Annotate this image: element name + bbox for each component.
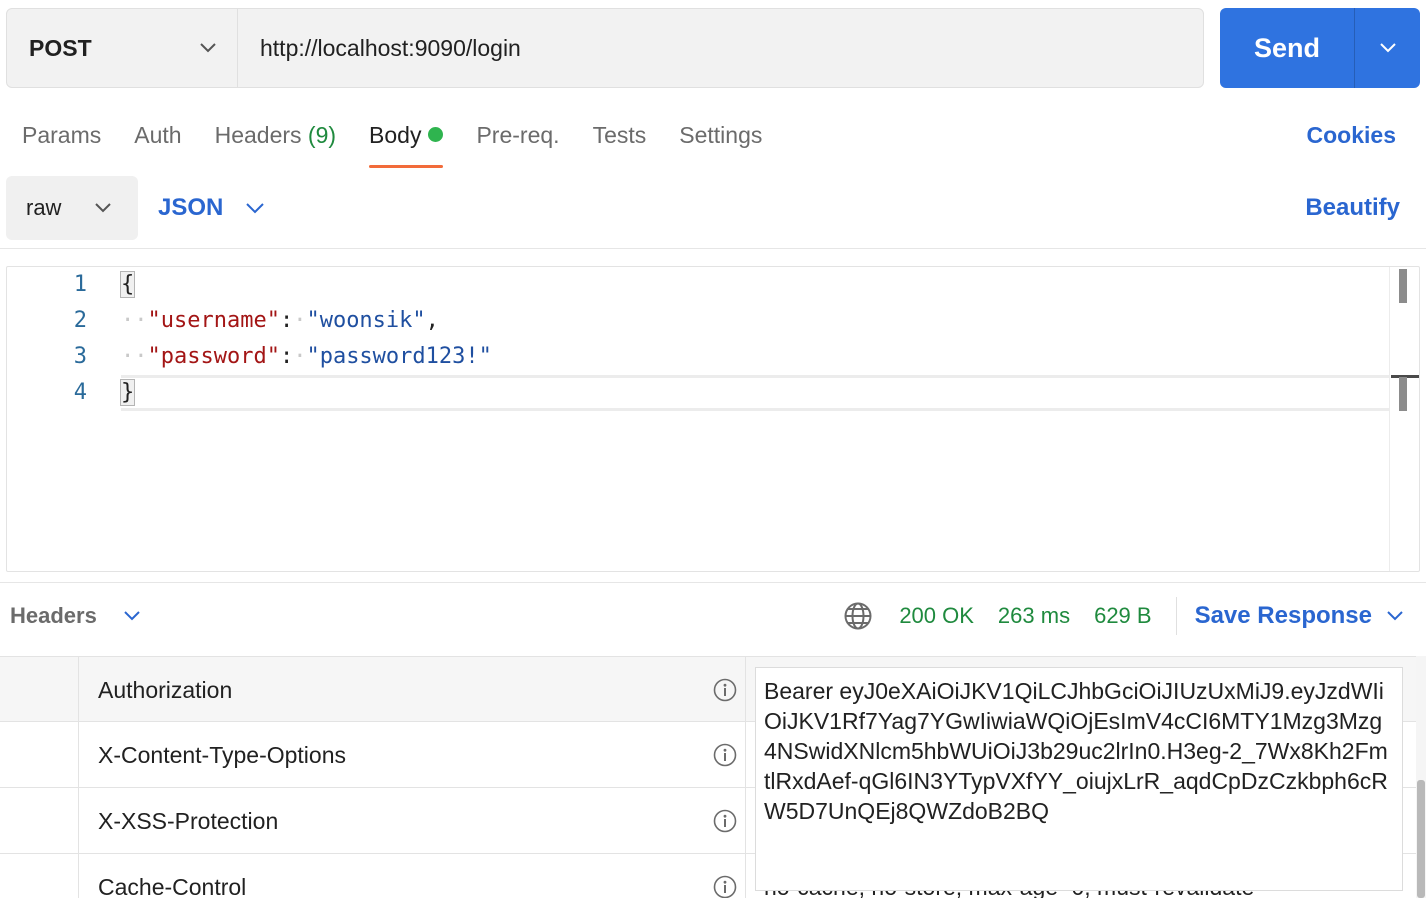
line-number: 3 xyxy=(73,344,87,369)
tab-label: Params xyxy=(22,122,102,148)
tab-label: Body xyxy=(369,122,422,148)
response-section-select[interactable]: Headers xyxy=(10,592,141,640)
close-brace: } xyxy=(119,379,136,406)
body-editor[interactable]: 1 2 3 4 { ··"username":·"woonsik", ··"pa… xyxy=(6,266,1420,572)
row-spacer xyxy=(0,722,79,787)
tab-label: Auth xyxy=(134,122,182,148)
status-code[interactable]: 200 OK xyxy=(899,603,974,629)
row-spacer xyxy=(0,854,79,898)
body-language-select[interactable]: JSON xyxy=(158,176,265,240)
code-line: ··"username":·"woonsik", xyxy=(121,308,439,333)
code-line: { xyxy=(119,267,1389,303)
tab-label: Pre-req. xyxy=(476,122,560,148)
code-area[interactable]: { ··"username":·"woonsik", ··"password":… xyxy=(119,267,1389,411)
column-divider xyxy=(745,657,746,721)
chevron-down-icon xyxy=(200,43,216,53)
table-scrollbar[interactable] xyxy=(1416,656,1426,898)
chevron-down-icon xyxy=(124,611,140,621)
body-mode-label: raw xyxy=(26,195,62,220)
column-divider xyxy=(745,722,746,787)
scroll-thumb[interactable] xyxy=(1399,377,1407,411)
line-number-gutter: 1 2 3 4 xyxy=(7,267,93,411)
divider xyxy=(0,248,1426,249)
tab-auth[interactable]: Auth xyxy=(134,112,181,168)
tab-params[interactable]: Params xyxy=(22,112,101,168)
json-value: "password123!" xyxy=(306,344,492,369)
tab-pre-request[interactable]: Pre-req. xyxy=(476,112,559,168)
info-icon[interactable] xyxy=(713,809,737,833)
chevron-down-icon xyxy=(95,203,111,213)
send-options-button[interactable] xyxy=(1354,8,1420,88)
json-comma: , xyxy=(425,308,439,333)
divider xyxy=(0,582,1426,583)
info-icon[interactable] xyxy=(713,743,737,767)
code-line: ··"password":·"password123!" xyxy=(121,344,492,369)
request-tabs: Params Auth Headers (9) Body Pre-req. Te… xyxy=(22,112,795,168)
json-key: "username" xyxy=(147,308,280,333)
beautify-button[interactable]: Beautify xyxy=(1305,176,1400,240)
url-text: http://localhost:9090/login xyxy=(260,34,521,61)
column-divider xyxy=(745,788,746,853)
tab-label: Headers xyxy=(214,122,302,148)
tab-label: Tests xyxy=(592,122,647,148)
info-icon[interactable] xyxy=(713,678,737,702)
tab-body[interactable]: Body xyxy=(369,112,444,168)
info-icon[interactable] xyxy=(713,875,737,898)
url-input[interactable]: http://localhost:9090/login xyxy=(238,9,1203,87)
json-value: "woonsik" xyxy=(306,308,426,333)
cookies-link[interactable]: Cookies xyxy=(1307,112,1396,158)
tab-settings[interactable]: Settings xyxy=(679,112,762,168)
body-language-label: JSON xyxy=(158,194,224,221)
column-divider xyxy=(745,854,746,898)
tab-headers[interactable]: Headers (9) xyxy=(215,112,336,168)
authorization-value-popover: Bearer eyJ0eXAiOiJKV1QiLCJhbGciOiJIUzUxM… xyxy=(755,667,1403,891)
row-spacer xyxy=(0,788,79,853)
line-number: 1 xyxy=(73,272,87,297)
save-response-button[interactable]: Save Response xyxy=(1195,602,1404,630)
send-button[interactable]: Send xyxy=(1220,8,1354,88)
header-name: Cache-Control xyxy=(98,874,247,898)
tab-label: Settings xyxy=(679,122,763,148)
open-brace: { xyxy=(119,271,136,298)
header-name: Authorization xyxy=(98,677,233,703)
chevron-down-icon xyxy=(1379,43,1396,53)
method-label: POST xyxy=(29,34,92,61)
line-number: 4 xyxy=(73,380,87,405)
header-name: X-Content-Type-Options xyxy=(98,742,347,768)
scroll-thumb[interactable] xyxy=(1417,780,1425,898)
editor-scrollbar[interactable] xyxy=(1389,267,1419,571)
chevron-down-icon xyxy=(1387,611,1403,621)
headers-count: (9) xyxy=(307,122,337,148)
tab-tests[interactable]: Tests xyxy=(593,112,647,168)
response-status-bar: 200 OK 263 ms 629 B Save Response xyxy=(843,592,1404,640)
modified-dot-icon xyxy=(428,127,444,142)
body-mode-select[interactable]: raw xyxy=(6,176,138,240)
row-spacer xyxy=(0,657,79,721)
globe-icon[interactable] xyxy=(843,601,873,631)
chevron-down-icon xyxy=(246,203,265,214)
divider xyxy=(1175,597,1177,635)
response-size[interactable]: 629 B xyxy=(1094,603,1152,629)
json-key: "password" xyxy=(147,344,280,369)
header-name: X-XSS-Protection xyxy=(98,808,279,834)
request-bar: POST http://localhost:9090/login xyxy=(6,8,1204,88)
scroll-thumb[interactable] xyxy=(1399,269,1407,303)
line-number: 2 xyxy=(73,308,87,333)
code-line-current: } xyxy=(119,375,1389,411)
send-button-group: Send xyxy=(1220,8,1420,88)
response-section-label: Headers xyxy=(10,603,97,628)
save-response-label: Save Response xyxy=(1194,602,1372,629)
method-select[interactable]: POST xyxy=(7,9,238,87)
response-time[interactable]: 263 ms xyxy=(998,603,1070,629)
